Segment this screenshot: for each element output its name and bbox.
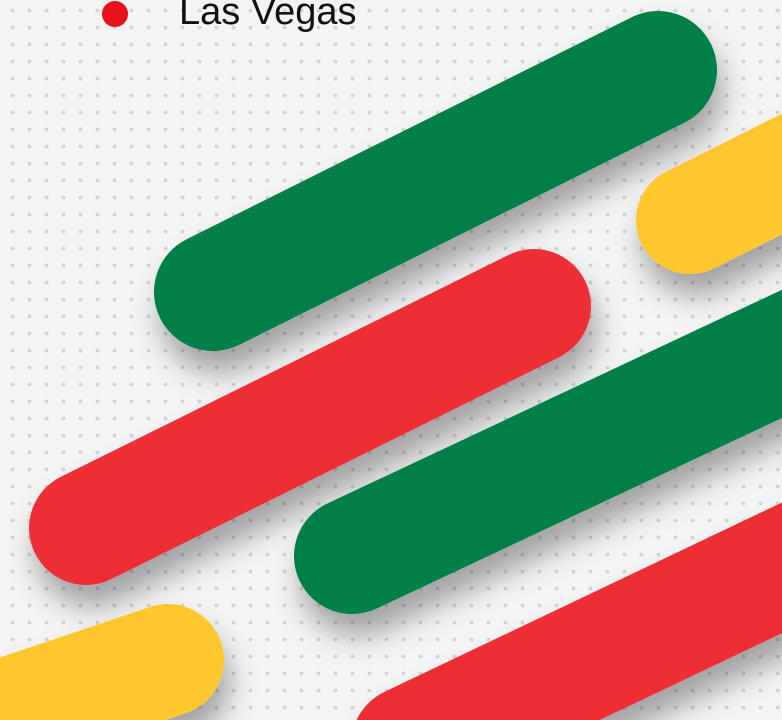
- bullet-dot-icon: [102, 1, 128, 27]
- stripe-green-top: [154, 11, 717, 351]
- stripe-red-bottom: [357, 502, 782, 720]
- bullet-list-item: Las Vegas: [102, 0, 356, 42]
- slide-background: Las Vegas: [0, 0, 782, 720]
- stripe-yellow-bottom: [0, 604, 224, 720]
- decorative-stripes: [0, 11, 782, 720]
- stripe-yellow-right: [636, 113, 782, 274]
- bullet-item-label: Las Vegas: [179, 0, 357, 33]
